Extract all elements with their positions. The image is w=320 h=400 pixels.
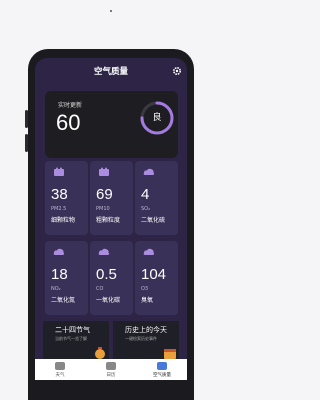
- tab-air-quality[interactable]: 空气质量: [137, 359, 187, 380]
- history-today-card[interactable]: 历史上的今天 一键检索历史事件: [113, 321, 179, 359]
- tile-code: CO: [96, 286, 104, 292]
- pm-dots-icon: [54, 167, 64, 176]
- tile-value: 18: [51, 266, 68, 283]
- tab-bar: 天气 日历 空气质量: [35, 359, 187, 380]
- card-subtitle: 一键检索历史事件: [125, 336, 157, 341]
- tile-pm10[interactable]: 69 PM10 粗颗粒度: [90, 161, 133, 235]
- tile-name: 二氧化氮: [51, 297, 76, 304]
- tile-value: 0.5: [96, 266, 117, 283]
- tile-name: 二氧化硫: [141, 217, 166, 224]
- card-title: 历史上的今天: [125, 326, 167, 334]
- tile-so2[interactable]: 4 SO₂ 二氧化硫: [135, 161, 178, 235]
- tile-value: 38: [51, 186, 68, 203]
- tab-label: 日历: [106, 373, 116, 378]
- tile-code: SO₂: [141, 206, 151, 212]
- tab-label: 空气质量: [153, 373, 171, 378]
- tile-code: NO₂: [51, 286, 61, 292]
- tile-code: O3: [141, 286, 149, 292]
- tab-weather[interactable]: 天气: [35, 359, 85, 380]
- tile-name: 一氧化碳: [96, 297, 121, 304]
- air-tab-icon: [157, 362, 167, 370]
- lantern-icon: [95, 347, 105, 359]
- tile-pm25[interactable]: 38 PM2.5 细颗粒物: [45, 161, 88, 235]
- status-dot: [110, 10, 112, 12]
- cloud-icon: [98, 248, 110, 255]
- tile-name: 粗颗粒度: [96, 217, 121, 224]
- weather-tab-icon: [55, 362, 65, 370]
- tile-name: 细颗粒物: [51, 217, 76, 224]
- tile-code: PM2.5: [51, 206, 67, 212]
- tile-co[interactable]: 0.5 CO 一氧化碳: [90, 241, 133, 315]
- tile-name: 臭氧: [141, 297, 154, 304]
- tab-label: 天气: [55, 373, 65, 378]
- tab-calendar[interactable]: 日历: [86, 359, 136, 380]
- calendar-tab-icon: [106, 362, 116, 370]
- aqi-value: 60: [56, 110, 81, 135]
- tile-value: 104: [141, 266, 167, 283]
- pm-dots-icon: [99, 167, 109, 176]
- realtime-card[interactable]: 实时更新 60 良: [45, 91, 178, 158]
- cloud-icon: [53, 248, 65, 255]
- card-title: 二十四节气: [55, 326, 90, 334]
- aqi-quality: 良: [152, 113, 162, 123]
- calendar-art-icon: [164, 349, 176, 359]
- tile-o3[interactable]: 104 O3 臭氧: [135, 241, 178, 315]
- realtime-label: 实时更新: [58, 102, 83, 109]
- cloud-icon: [143, 248, 155, 255]
- tile-code: PM10: [96, 206, 110, 212]
- card-subtitle: 当前节气一览了解: [55, 336, 87, 341]
- gear-icon[interactable]: [172, 66, 182, 76]
- tile-value: 69: [96, 186, 113, 203]
- tile-no2[interactable]: 18 NO₂ 二氧化氮: [45, 241, 88, 315]
- tile-value: 4: [141, 186, 150, 203]
- solar-terms-card[interactable]: 二十四节气 当前节气一览了解: [43, 321, 109, 359]
- page-title: 空气质量: [93, 67, 128, 77]
- app-screen: 空气质量 实时更新 60 良 38 PM2.5 细颗粒物 69 PM10 粗颗粒…: [35, 58, 187, 380]
- cloud-icon: [143, 168, 155, 175]
